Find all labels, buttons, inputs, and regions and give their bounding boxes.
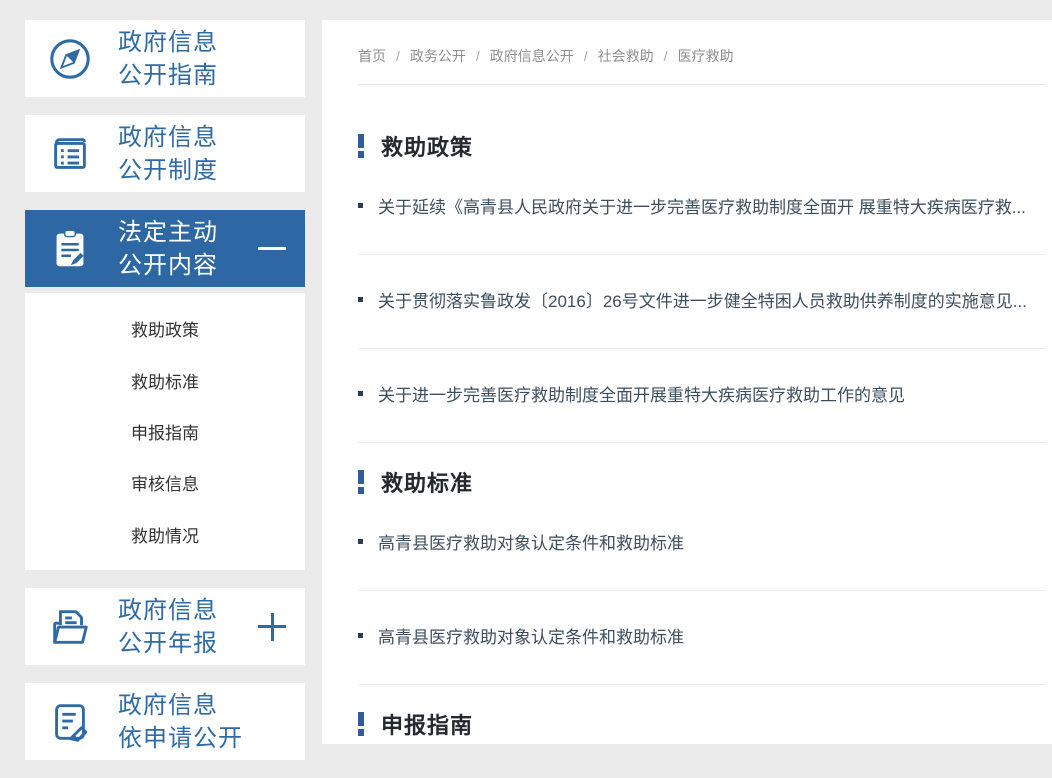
sidebar-item-annual-report[interactable]: 政府信息 公开年报	[25, 588, 305, 665]
sections: 救助政策 关于延续《高青县人民政府关于进一步完善医疗救助制度全面开 展重特大疾病…	[358, 131, 1046, 739]
submenu-item-rescue-situation[interactable]: 救助情况	[25, 522, 305, 547]
bullet-icon	[358, 203, 363, 208]
sidebar-item-statutory-disclosure[interactable]: 法定主动 公开内容	[25, 210, 305, 287]
doc-pencil-icon	[47, 699, 93, 745]
section-rescue-policy: 救助政策 关于延续《高青县人民政府关于进一步完善医疗救助制度全面开 展重特大疾病…	[358, 131, 1046, 443]
sidebar: 政府信息 公开指南 政府信息 公开制度 法定主动 公开内容 救助政策 救助标准 …	[0, 0, 322, 778]
section-title: 救助政策	[381, 130, 473, 162]
breadcrumb-medical-assistance[interactable]: 医疗救助	[678, 46, 734, 66]
list-item[interactable]: 关于延续《高青县人民政府关于进一步完善医疗救助制度全面开 展重特大疾病医疗救..…	[358, 161, 1046, 255]
section-header: 申报指南	[358, 709, 1046, 739]
breadcrumb-gov-info-disclosure[interactable]: 政府信息公开	[490, 46, 574, 66]
main-content: 首页 / 政务公开 / 政府信息公开 / 社会救助 / 医疗救助 救助政策 关于…	[322, 20, 1052, 744]
section-title: 申报指南	[381, 708, 473, 740]
submenu-item-rescue-standard[interactable]: 救助标准	[25, 368, 305, 393]
folder-doc-icon	[47, 604, 93, 650]
sidebar-item-label: 政府信息 依申请公开	[118, 689, 243, 755]
breadcrumb-gov-affairs[interactable]: 政务公开	[410, 46, 466, 66]
list-item-title: 高青县医疗救助对象认定条件和救助标准	[378, 623, 684, 648]
breadcrumb-separator: /	[396, 48, 400, 64]
sidebar-item-label: 政府信息 公开年报	[118, 594, 218, 660]
sidebar-item-label: 政府信息 公开制度	[118, 121, 218, 187]
sidebar-item-gov-info-system[interactable]: 政府信息 公开制度	[25, 115, 305, 192]
submenu-item-rescue-policy[interactable]: 救助政策	[25, 316, 305, 341]
list-item[interactable]: 关于进一步完善医疗救助制度全面开展重特大疾病医疗救助工作的意见	[358, 349, 1046, 443]
expand-icon[interactable]	[257, 612, 287, 642]
bullet-icon	[358, 633, 363, 638]
clipboard-pencil-icon	[47, 226, 93, 272]
section-rescue-standard: 救助标准 高青县医疗救助对象认定条件和救助标准 高青县医疗救助对象认定条件和救助…	[358, 467, 1046, 685]
sidebar-item-label: 政府信息 公开指南	[118, 26, 218, 92]
sidebar-item-label: 法定主动 公开内容	[118, 216, 218, 282]
book-icon	[47, 131, 93, 177]
compass-icon	[47, 36, 93, 82]
list-item-title: 高青县医疗救助对象认定条件和救助标准	[378, 529, 684, 554]
list-item-title: 关于进一步完善医疗救助制度全面开展重特大疾病医疗救助工作的意见	[378, 381, 905, 406]
sidebar-submenu: 救助政策 救助标准 申报指南 审核信息 救助情况	[25, 293, 305, 570]
section-header: 救助标准	[358, 467, 1046, 497]
breadcrumb-separator: /	[664, 48, 668, 64]
submenu-item-application-guide[interactable]: 申报指南	[25, 419, 305, 444]
section-title: 救助标准	[381, 466, 473, 498]
section-header: 救助政策	[358, 131, 1046, 161]
sidebar-item-disclosure-upon-request[interactable]: 政府信息 依申请公开	[25, 683, 305, 760]
bullet-icon	[358, 391, 363, 396]
breadcrumb-separator: /	[476, 48, 480, 64]
section-marker-icon	[358, 712, 364, 736]
sidebar-item-gov-info-guide[interactable]: 政府信息 公开指南	[25, 20, 305, 97]
list-item-title: 关于延续《高青县人民政府关于进一步完善医疗救助制度全面开 展重特大疾病医疗救..…	[378, 193, 1026, 218]
section-application-guide: 申报指南	[358, 709, 1046, 739]
list-item[interactable]: 关于贯彻落实鲁政发〔2016〕26号文件进一步健全特困人员救助供养制度的实施意见…	[358, 255, 1046, 349]
breadcrumb-separator: /	[584, 48, 588, 64]
list-item[interactable]: 高青县医疗救助对象认定条件和救助标准	[358, 591, 1046, 685]
breadcrumb-home[interactable]: 首页	[358, 46, 386, 66]
submenu-item-review-info[interactable]: 审核信息	[25, 470, 305, 495]
breadcrumb: 首页 / 政务公开 / 政府信息公开 / 社会救助 / 医疗救助	[358, 20, 1046, 85]
breadcrumb-social-assistance[interactable]: 社会救助	[598, 46, 654, 66]
collapse-icon[interactable]	[257, 234, 287, 264]
bullet-icon	[358, 539, 363, 544]
section-marker-icon	[358, 470, 364, 494]
list-item[interactable]: 高青县医疗救助对象认定条件和救助标准	[358, 497, 1046, 591]
section-marker-icon	[358, 134, 364, 158]
list-item-title: 关于贯彻落实鲁政发〔2016〕26号文件进一步健全特困人员救助供养制度的实施意见…	[378, 287, 1027, 312]
bullet-icon	[358, 297, 363, 302]
